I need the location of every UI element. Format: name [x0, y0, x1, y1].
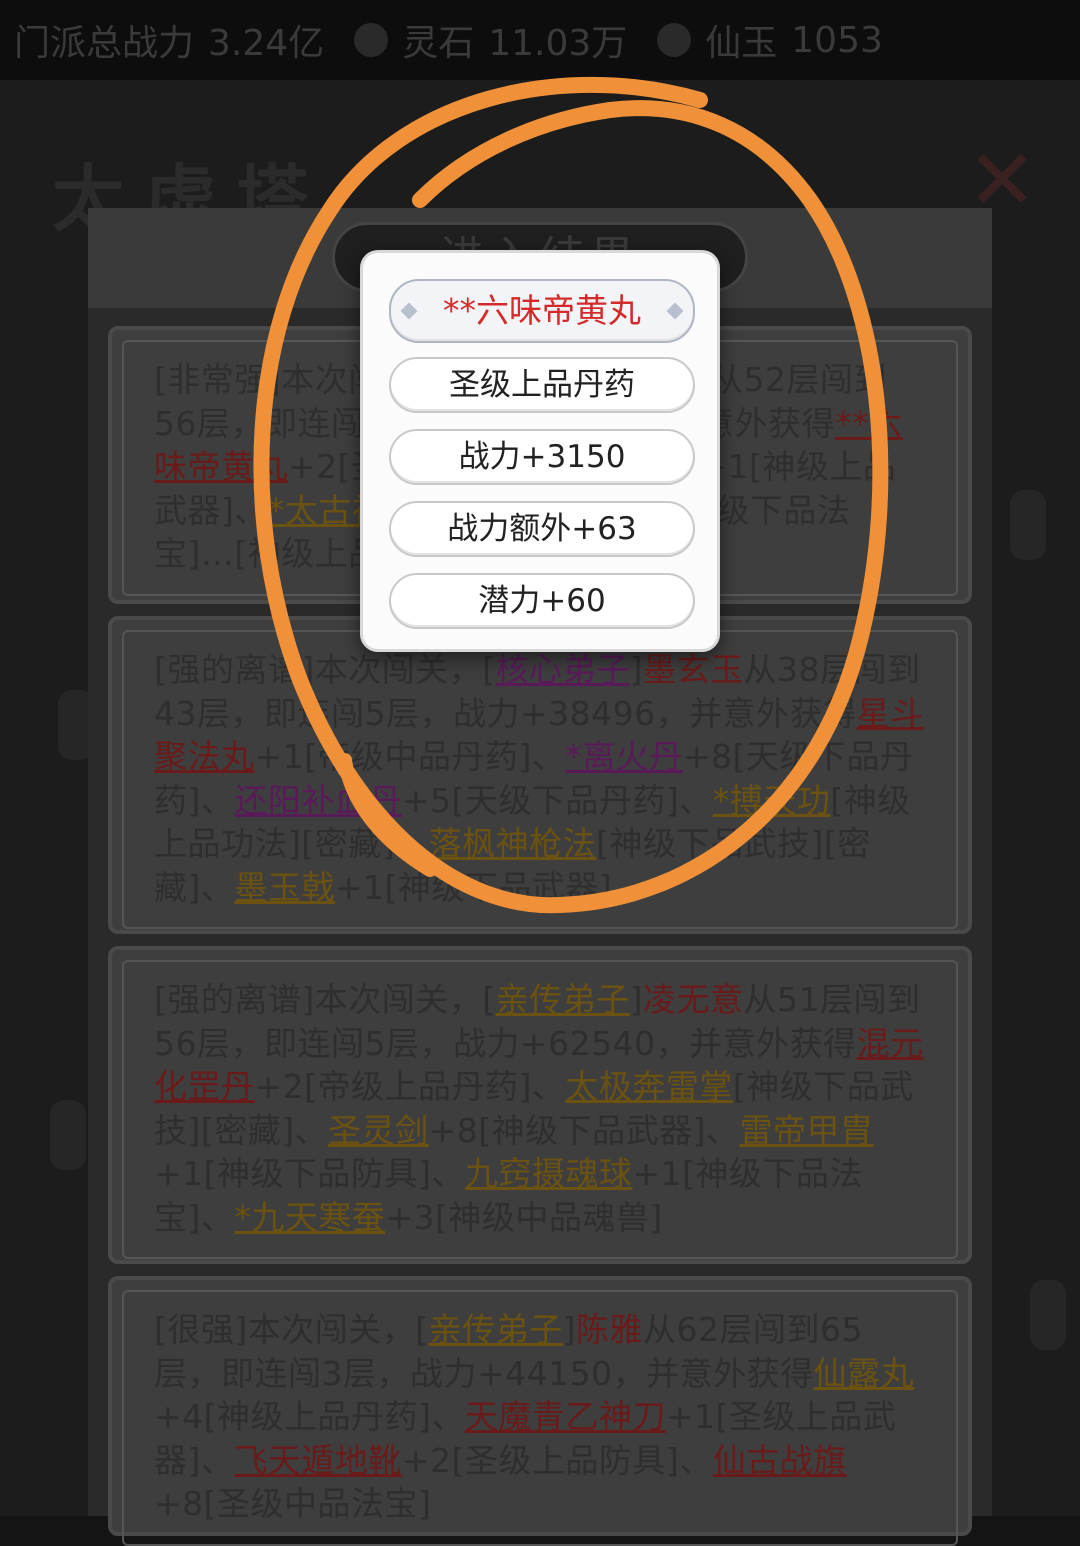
log-item-link[interactable]: 九窍摄魂球	[465, 1154, 633, 1193]
log-item-link: 墨玄玉	[643, 650, 744, 689]
log-segment: +1[神级下品武器]	[334, 867, 613, 907]
resource-bar: 门派总战力 3.24亿 灵石 11.03万 仙玉 1053	[0, 0, 1080, 80]
log-card-2: [强的离谱]本次闯关，[核心弟子]墨玄玉从38层闯到43层，即连闯5层，战力+3…	[108, 616, 972, 934]
stat-power: 战力+3150	[458, 439, 626, 475]
immortal-jade-label: 仙玉	[705, 23, 778, 64]
immortal-jade-value: 1053	[791, 19, 883, 61]
item-name-button[interactable]: **六味帝黄丸	[389, 279, 695, 343]
diamond-right-icon	[666, 302, 684, 320]
side-button-right-2	[1030, 1280, 1066, 1350]
spirit-stone-value: 11.03万	[488, 23, 628, 64]
spirit-stone-label: 灵石	[402, 23, 475, 64]
log-segment: ]	[629, 980, 643, 1019]
log-segment: +5[天级下品丹药]、	[401, 780, 713, 820]
log-segment: [很强]本次闯关，[	[154, 1310, 429, 1349]
log-item-link[interactable]: 墨玉戟	[234, 868, 335, 907]
log-item-link[interactable]: 核心弟子	[496, 650, 630, 689]
log-item-link: 凌无意	[643, 980, 744, 1019]
log-text: [强的离谱]本次闯关，[核心弟子]墨玄玉从38层闯到43层，即连闯5层，战力+3…	[122, 630, 958, 929]
log-segment: +3[神级中品魂兽]	[385, 1197, 663, 1237]
sect-power-label: 门派总战力	[14, 23, 195, 64]
log-segment: ]	[629, 650, 643, 689]
sect-power-value: 3.24亿	[208, 23, 325, 64]
item-grade: 圣级上品丹药	[449, 367, 635, 403]
log-card-4: [很强]本次闯关，[亲传弟子]陈雅从62层闯到65层，即连闯3层，战力+4415…	[108, 1276, 972, 1546]
log-segment: +2[帝级上品丹药]、	[254, 1067, 566, 1106]
log-item-link[interactable]: 仙露丸	[814, 1354, 915, 1393]
immortal-jade: 仙玉 1053	[657, 14, 883, 66]
log-item-link: 陈雅	[576, 1310, 643, 1349]
log-segment: +2[圣级上品防具]、	[401, 1440, 713, 1480]
log-item-link[interactable]: 天魔青乙神刀	[465, 1397, 666, 1436]
log-segment: +1[帝级中品丹药]、	[254, 737, 566, 776]
log-item-link[interactable]: *九天寒蚕	[234, 1198, 385, 1237]
log-segment: +8[神级下品武器]、	[428, 1110, 740, 1150]
log-item-link[interactable]: 太极奔雷掌	[565, 1067, 733, 1106]
log-item-link[interactable]: 仙古战旗	[713, 1441, 847, 1480]
log-item-link[interactable]: 落枫神枪法	[429, 824, 597, 863]
log-segment: +1[神级下品防具]、	[154, 1154, 465, 1193]
log-card-3: [强的离谱]本次闯关，[亲传弟子]凌无意从51层闯到56层，即连闯5层，战力+6…	[108, 946, 972, 1264]
log-item-link[interactable]: *搏天功	[713, 781, 831, 820]
log-segment: ]	[562, 1310, 576, 1349]
stat-potential: 潜力+60	[478, 583, 606, 619]
item-grade-button[interactable]: 圣级上品丹药	[389, 357, 695, 413]
diamond-left-icon	[400, 302, 418, 320]
log-item-link[interactable]: 亲传弟子	[429, 1310, 563, 1349]
spirit-stone: 灵石 11.03万	[354, 14, 627, 66]
side-button-left-2	[50, 1100, 86, 1170]
stat-power-button[interactable]: 战力+3150	[389, 429, 695, 485]
log-item-link[interactable]: 雷帝甲胄	[740, 1111, 874, 1150]
spirit-stone-icon	[354, 23, 389, 57]
log-item-link[interactable]: *离火丹	[565, 737, 683, 776]
log-item-link[interactable]: 亲传弟子	[496, 980, 630, 1019]
log-text: [强的离谱]本次闯关，[亲传弟子]凌无意从51层闯到56层，即连闯5层，战力+6…	[122, 960, 958, 1259]
log-text: [很强]本次闯关，[亲传弟子]陈雅从62层闯到65层，即连闯3层，战力+4415…	[122, 1290, 958, 1546]
stat-power-extra: 战力额外+63	[447, 511, 637, 547]
sect-power: 门派总战力 3.24亿	[14, 14, 324, 66]
stat-power-extra-button[interactable]: 战力额外+63	[389, 501, 695, 557]
log-segment: +4[神级上品丹药]、	[154, 1397, 465, 1436]
log-item-link[interactable]: 还阳补血丹	[234, 781, 402, 820]
log-segment: +8[圣级中品法宝]	[154, 1484, 432, 1523]
log-item-link[interactable]: 圣灵剑	[328, 1111, 429, 1150]
stat-potential-button[interactable]: 潜力+60	[389, 573, 695, 629]
side-button-right-1	[1010, 490, 1046, 560]
log-item-link[interactable]: 飞天遁地靴	[234, 1441, 402, 1480]
item-name: **六味帝黄丸	[443, 291, 641, 330]
immortal-jade-icon	[657, 23, 692, 57]
item-detail-popup: **六味帝黄丸 圣级上品丹药 战力+3150 战力额外+63 潜力+60	[360, 250, 720, 652]
log-segment: [强的离谱]本次闯关，[	[154, 980, 496, 1019]
log-segment: [强的离谱]本次闯关，[	[154, 650, 496, 689]
